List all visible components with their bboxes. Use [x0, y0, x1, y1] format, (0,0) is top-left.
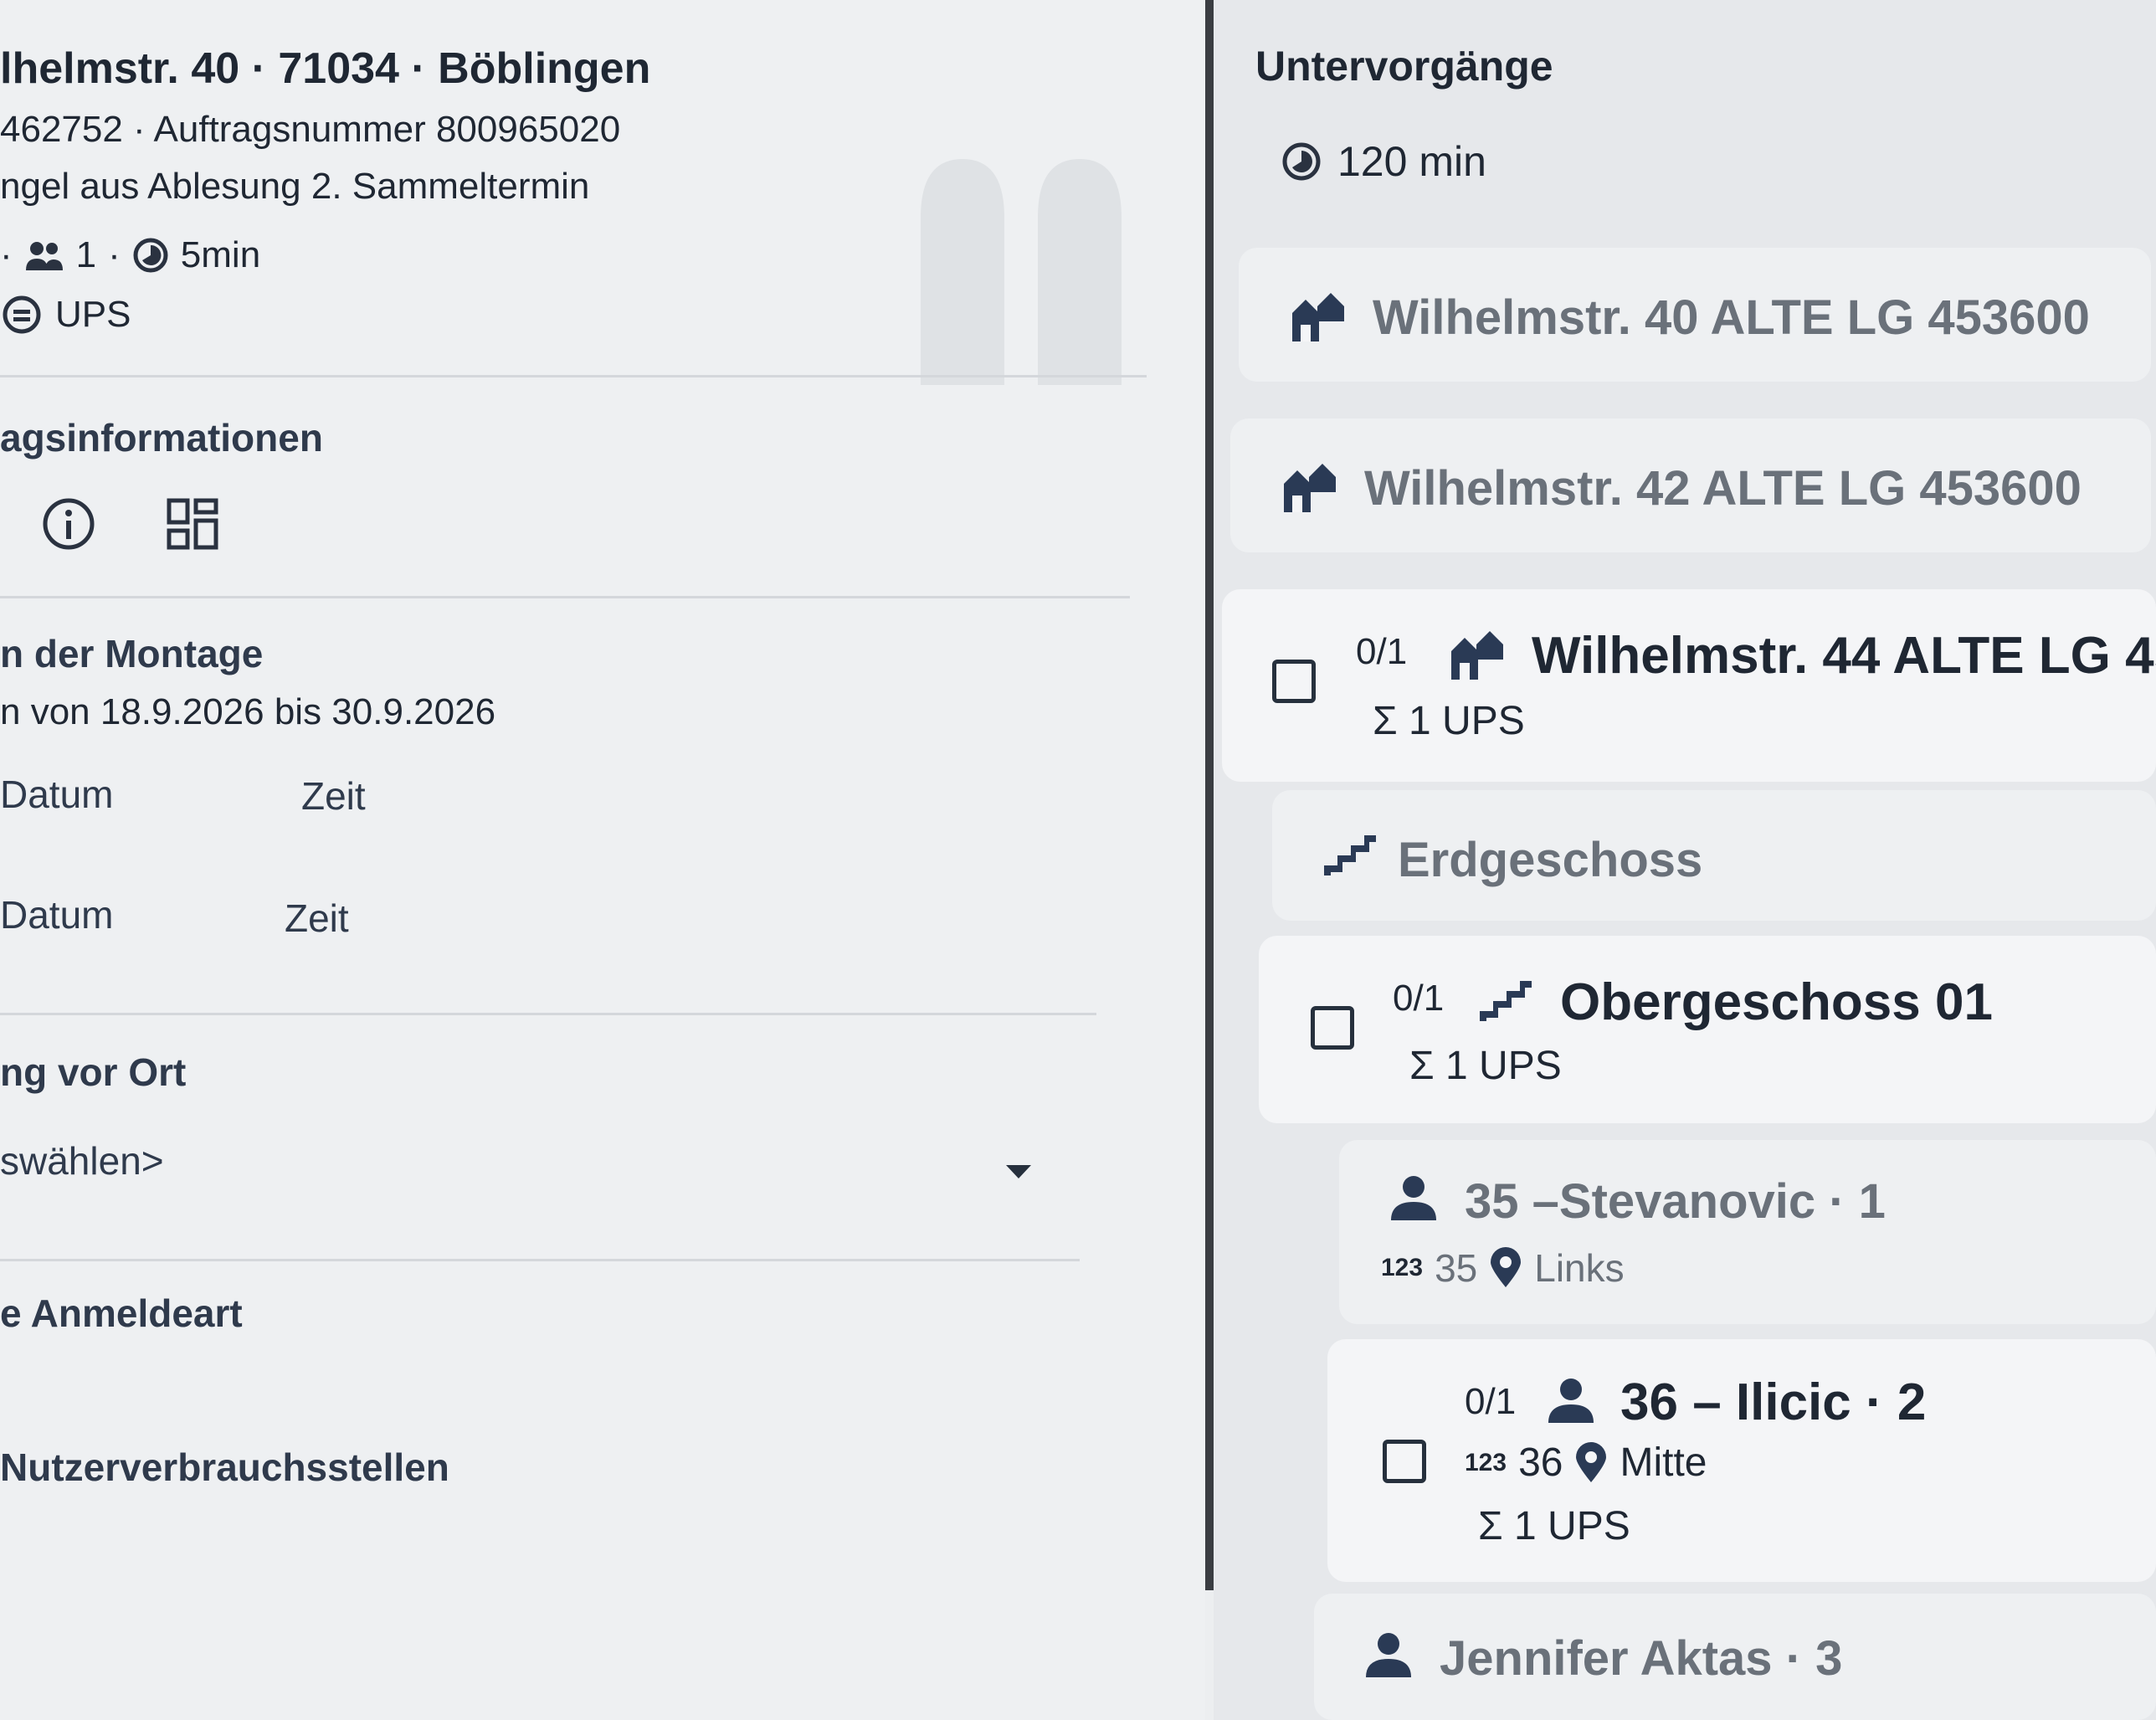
pane-divider[interactable]: [1205, 0, 1214, 1590]
section-on-site: ng vor Ort: [0, 1050, 187, 1094]
info-button[interactable]: [40, 495, 97, 552]
building-item[interactable]: Wilhelmstr. 42 ALTE LG 453600: [1230, 418, 2151, 552]
meta-separator-2: ·: [108, 234, 121, 275]
number-icon: 123: [1465, 1448, 1507, 1476]
sum-row: Σ 1 UPS: [1373, 698, 1525, 744]
sum-value: 1 UPS: [1514, 1504, 1630, 1548]
total-duration-value: 120 min: [1337, 138, 1486, 185]
sub-process-title: Untervorgänge: [1255, 43, 1553, 90]
location-pin-icon: [1491, 1247, 1522, 1287]
section-order-info: agsinformationen: [0, 416, 323, 460]
location-pin-icon: [1576, 1441, 1607, 1482]
select-value: swählen>: [0, 1139, 164, 1183]
montage-date-range: n von 18.9.2026 bis 30.9.2026: [0, 691, 496, 732]
buildings-icon: [1451, 631, 1503, 680]
building-label: Wilhelmstr. 42 ALTE LG 453600: [1364, 461, 2082, 516]
duration-value: 5min: [180, 234, 261, 275]
order-details-pane: lhelmstr. 40 · 71034 · Böblingen 462752 …: [0, 0, 1205, 1720]
address-heading: lhelmstr. 40 · 71034 · Böblingen: [0, 44, 651, 93]
divider-line: [0, 375, 1147, 377]
meta-separator: ·: [0, 234, 13, 275]
sigma-icon: Σ: [1478, 1504, 1503, 1548]
person-icon: [1391, 1176, 1436, 1220]
date-field-2[interactable]: Datum: [0, 892, 113, 937]
floor-item[interactable]: Erdgeschoss: [1272, 790, 2156, 921]
time-field-2[interactable]: Zeit: [285, 896, 349, 941]
dashboard-icon: [167, 498, 218, 550]
on-site-select[interactable]: swählen>: [0, 1138, 1038, 1197]
device-row: UPS: [0, 293, 131, 336]
number-icon: 123: [1381, 1254, 1424, 1281]
tenant-label: Jennifer Aktas · 3: [1440, 1631, 1843, 1686]
order-reason: ngel aus Ablesung 2. Sammeltermin: [0, 166, 590, 207]
stairs-icon: [1480, 981, 1532, 1021]
section-montage: n der Montage: [0, 632, 264, 675]
building-checkbox[interactable]: [1272, 660, 1316, 703]
sub-process-pane: Untervorgänge 120 min Wilhelmstr. 40 ALT…: [1214, 0, 2156, 1720]
divider-line: [0, 1013, 1096, 1015]
meter-icon: [3, 295, 41, 334]
section-consumption-points: Nutzerverbrauchsstellen: [0, 1445, 449, 1489]
tenant-label: 36 – Ilicic · 2: [1620, 1373, 1927, 1431]
people-icon: [25, 242, 63, 270]
order-number-line: 462752 · Auftragsnummer 800965020: [0, 109, 621, 150]
sigma-icon: Σ: [1409, 1044, 1435, 1088]
tenant-item-selectable[interactable]: 0/1 36 – Ilicic · 2 123 36 Mitte Σ 1 UPS: [1327, 1339, 2156, 1582]
apartment-number: 36: [1518, 1440, 1563, 1485]
apartment-number: 35: [1435, 1246, 1478, 1290]
sum-row: Σ 1 UPS: [1409, 1043, 1562, 1089]
progress-count: 0/1: [1393, 978, 1445, 1019]
sum-value: 1 UPS: [1409, 699, 1525, 743]
floor-item-selectable[interactable]: 0/1 Obergeschoss 01 Σ 1 UPS: [1259, 936, 2156, 1123]
tenant-checkbox[interactable]: [1383, 1440, 1426, 1483]
buildings-icon: [1284, 464, 1336, 512]
stairs-icon: [1324, 835, 1376, 875]
total-duration: 120 min: [1281, 137, 1486, 186]
sigma-icon: Σ: [1373, 699, 1398, 743]
buildings-icon: [1292, 293, 1344, 341]
apartment-location: Links: [1534, 1246, 1625, 1290]
building-item-selectable[interactable]: 0/1 Wilhelmstr. 44 ALTE LG 45 Σ 1 UPS: [1222, 589, 2156, 782]
sum-row: Σ 1 UPS: [1478, 1503, 1630, 1549]
person-icon: [1548, 1379, 1594, 1423]
tenant-item[interactable]: 35 –Stevanovic · 1 123 35 Links: [1339, 1140, 2156, 1324]
floor-label: Obergeschoss 01: [1560, 973, 1993, 1031]
apartment-location: Mitte: [1620, 1440, 1707, 1485]
divider-line: [0, 596, 1130, 598]
tenant-details: 123 35 Links: [1381, 1245, 1625, 1291]
tenant-details: 123 36 Mitte: [1465, 1440, 1707, 1486]
divider-line: [0, 1259, 1080, 1261]
info-icon: [43, 498, 95, 550]
floor-label: Erdgeschoss: [1398, 833, 1703, 887]
dropdown-arrow-icon: [1006, 1165, 1031, 1178]
city-silhouette-watermark: [921, 159, 1122, 385]
clock-icon: [133, 238, 168, 273]
order-meta-row: · 1 · 5min: [0, 234, 260, 276]
persons-count: 1: [75, 234, 97, 275]
progress-count: 0/1: [1356, 631, 1408, 672]
tenant-label: 35 –Stevanovic · 1: [1465, 1174, 1886, 1229]
floor-checkbox[interactable]: [1311, 1006, 1354, 1050]
date-field-1[interactable]: Datum: [0, 772, 113, 817]
building-label: Wilhelmstr. 40 ALTE LG 453600: [1373, 290, 2090, 345]
clock-icon: [1282, 142, 1321, 181]
progress-count: 0/1: [1465, 1381, 1517, 1422]
dashboard-button[interactable]: [164, 495, 221, 552]
building-item[interactable]: Wilhelmstr. 40 ALTE LG 453600: [1239, 248, 2151, 382]
section-registration-type: e Anmeldeart: [0, 1291, 243, 1335]
tenant-item[interactable]: Jennifer Aktas · 3: [1314, 1594, 2156, 1720]
device-type: UPS: [55, 294, 131, 335]
person-icon: [1366, 1633, 1411, 1677]
sum-value: 1 UPS: [1445, 1044, 1562, 1088]
building-label: Wilhelmstr. 44 ALTE LG 45: [1532, 627, 2156, 685]
time-field-1[interactable]: Zeit: [301, 773, 366, 819]
